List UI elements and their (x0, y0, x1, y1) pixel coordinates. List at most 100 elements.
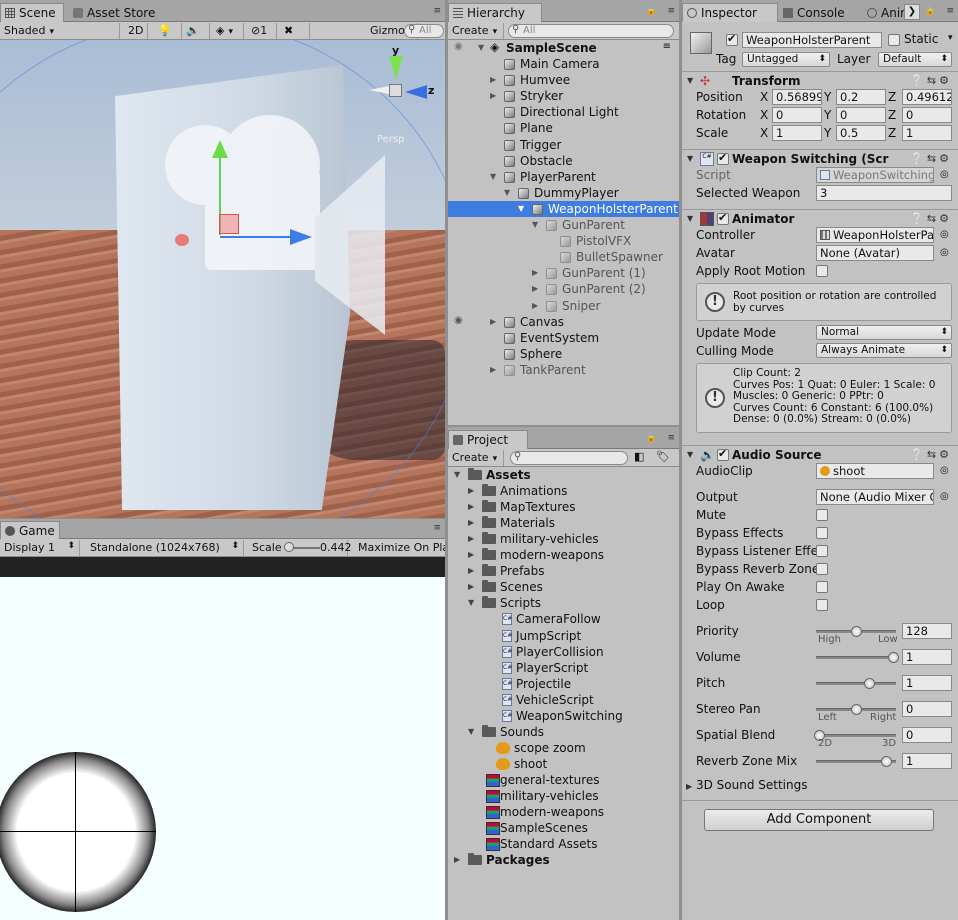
volume-slider[interactable] (816, 652, 899, 663)
collapse-arrow-icon[interactable]: ▶ (468, 518, 474, 527)
visibility-eye-icon[interactable]: ◉ (454, 315, 463, 326)
controller-field[interactable]: WeaponHolsterPar (816, 227, 934, 243)
collapse-arrow-icon[interactable]: ▶ (468, 486, 474, 495)
pitch-field[interactable]: 1 (902, 675, 952, 691)
project-item[interactable]: shoot (448, 756, 679, 772)
position-field[interactable]: 0.56899 (772, 89, 822, 105)
hidden-objects-toggle[interactable]: ⊘1 (247, 23, 277, 39)
project-item[interactable]: ▶ modern-weapons (448, 547, 679, 563)
inspector-menu-icon[interactable]: ≡ (946, 6, 954, 16)
stereo-slider-knob[interactable] (851, 704, 862, 715)
reverb-slider-knob[interactable] (881, 756, 893, 767)
tab-inspector[interactable]: Inspector (682, 3, 778, 22)
hierarchy-item-bullet-spawner[interactable]: BulletSpawner (448, 249, 679, 265)
reverb-slider[interactable] (816, 756, 896, 767)
project-search-input[interactable] (510, 451, 628, 465)
project-lock-icon[interactable]: 🔒 (646, 433, 657, 443)
apply-root-motion-checkbox[interactable] (816, 265, 828, 277)
game-panel-menu-icon[interactable]: ≡ (433, 523, 441, 533)
display-dropdown[interactable]: Display 1 ⬍ (0, 540, 80, 556)
tab-project[interactable]: Project (448, 430, 528, 449)
expand-arrow-icon[interactable]: ▼ (490, 172, 496, 181)
project-item[interactable]: modern-weapons (448, 804, 679, 820)
tools-toggle[interactable]: ✖ (280, 23, 310, 39)
avatar-field[interactable]: None (Avatar) (816, 245, 934, 261)
hierarchy-search-input[interactable]: All (508, 24, 674, 38)
transform-header[interactable]: ▼ ✣ Transform ❔⇆⚙ (682, 71, 958, 89)
hierarchy-item-trigger[interactable]: Trigger (448, 137, 679, 153)
component-actions-icon[interactable]: ❔⇆⚙ (910, 74, 952, 87)
project-item[interactable]: ▶ Prefabs (448, 563, 679, 579)
scene-viewport[interactable]: y z Persp (0, 40, 445, 518)
3d-sound-settings-foldout[interactable]: ▶ 3D Sound Settings (686, 778, 808, 792)
tab-hierarchy[interactable]: Hierarchy (448, 3, 542, 22)
project-item[interactable]: military-vehicles (448, 788, 679, 804)
priority-slider[interactable] (816, 626, 896, 637)
scene-root[interactable]: ◉ ▼ ◈ SampleScene ≡ (448, 40, 679, 56)
hierarchy-item-directional-light[interactable]: Directional Light (448, 104, 679, 120)
rotation-field[interactable]: 0 (772, 107, 822, 123)
controller-picker-icon[interactable]: ◎ (940, 229, 949, 240)
scale-field[interactable]: 1 (902, 125, 952, 141)
script-picker-icon[interactable]: ◎ (940, 169, 949, 180)
update-mode-dropdown[interactable]: Normal (816, 325, 952, 340)
resolution-dropdown[interactable]: Standalone (1024x768) ⬍ (86, 540, 244, 556)
collapse-arrow-icon[interactable]: ▶ (532, 284, 538, 293)
hierarchy-item-gun-parent-2[interactable]: ▶ GunParent (2) (448, 281, 679, 297)
pitch-slider[interactable] (816, 678, 896, 689)
collapse-arrow-icon[interactable]: ▶ (490, 365, 496, 374)
bypass-reverb-checkbox[interactable] (816, 563, 828, 575)
collapse-arrow-icon[interactable]: ▶ (532, 301, 538, 310)
tag-dropdown[interactable]: Untagged (742, 52, 830, 67)
rotation-field[interactable]: 0 (836, 107, 886, 123)
output-picker-icon[interactable]: ◎ (940, 491, 949, 502)
panel-menu-icon[interactable]: ≡ (433, 6, 441, 16)
selected-weapon-field[interactable]: 3 (816, 185, 952, 201)
reverb-field[interactable]: 1 (902, 753, 952, 769)
hierarchy-item-event-system[interactable]: EventSystem (448, 330, 679, 346)
position-field[interactable]: 0.2 (836, 89, 886, 105)
project-item[interactable]: ▼ Assets (448, 467, 679, 483)
active-checkbox[interactable] (726, 32, 738, 46)
script-field[interactable]: WeaponSwitching (816, 167, 934, 183)
game-view[interactable] (0, 577, 445, 920)
hierarchy-item-tank-parent[interactable]: ▶ TankParent (448, 362, 679, 378)
pitch-slider-knob[interactable] (863, 678, 875, 689)
effects-dropdown[interactable]: ◈ (212, 23, 244, 39)
2d-toggle[interactable]: 2D (124, 23, 148, 39)
hierarchy-item-humvee[interactable]: ▶ Humvee (448, 72, 679, 88)
spatial-field[interactable]: 0 (902, 727, 952, 743)
lock-icon[interactable]: 🔒 (646, 6, 657, 16)
layer-dropdown[interactable]: Default (878, 52, 952, 67)
hierarchy-item-gun-parent-1[interactable]: ▶ GunParent (1) (448, 265, 679, 281)
project-item[interactable]: ▶ MapTextures (448, 499, 679, 515)
project-item[interactable]: Standard Assets (448, 836, 679, 852)
scale-slider[interactable]: Scale 0.442 (248, 540, 352, 556)
animator-actions-icon[interactable]: ❔⇆⚙ (910, 212, 952, 225)
hierarchy-menu-icon[interactable]: ≡ (667, 6, 675, 16)
avatar-picker-icon[interactable]: ◎ (940, 247, 949, 258)
project-item[interactable]: scope zoom (448, 740, 679, 756)
hierarchy-item-sphere[interactable]: Sphere (448, 346, 679, 362)
spatial-slider[interactable] (814, 730, 896, 741)
hierarchy-item-dummy-player[interactable]: ▼ DummyPlayer (448, 185, 679, 201)
audio-toggle[interactable]: 🔈 (182, 23, 210, 39)
collapse-arrow-icon[interactable]: ▶ (532, 268, 538, 277)
priority-field[interactable]: 128 (902, 623, 952, 639)
expand-arrow-icon[interactable]: ▼ (468, 598, 474, 607)
project-item[interactable]: C# Projectile (448, 676, 679, 692)
audioclip-field[interactable]: shoot (816, 463, 934, 479)
filter-label-icon[interactable]: 🏷 (656, 450, 670, 463)
filter-type-icon[interactable]: ◧ (634, 450, 644, 463)
audio-source-header[interactable]: ▼ 🔊 Audio Source ❔⇆⚙ (682, 445, 958, 463)
collapse-arrow-icon[interactable]: ▶ (454, 855, 460, 864)
collapse-arrow-icon[interactable]: ▶ (468, 550, 474, 559)
hierarchy-item-stryker[interactable]: ▶ Stryker (448, 88, 679, 104)
stereo-slider[interactable] (816, 704, 896, 715)
play-on-awake-checkbox[interactable] (816, 581, 828, 593)
project-item[interactable]: C# VehicleScript (448, 692, 679, 708)
project-item[interactable]: C# CameraFollow (448, 611, 679, 627)
stereo-field[interactable]: 0 (902, 701, 952, 717)
collapse-arrow-icon[interactable]: ▶ (490, 75, 496, 84)
expand-arrow-icon[interactable]: ▼ (532, 220, 538, 229)
